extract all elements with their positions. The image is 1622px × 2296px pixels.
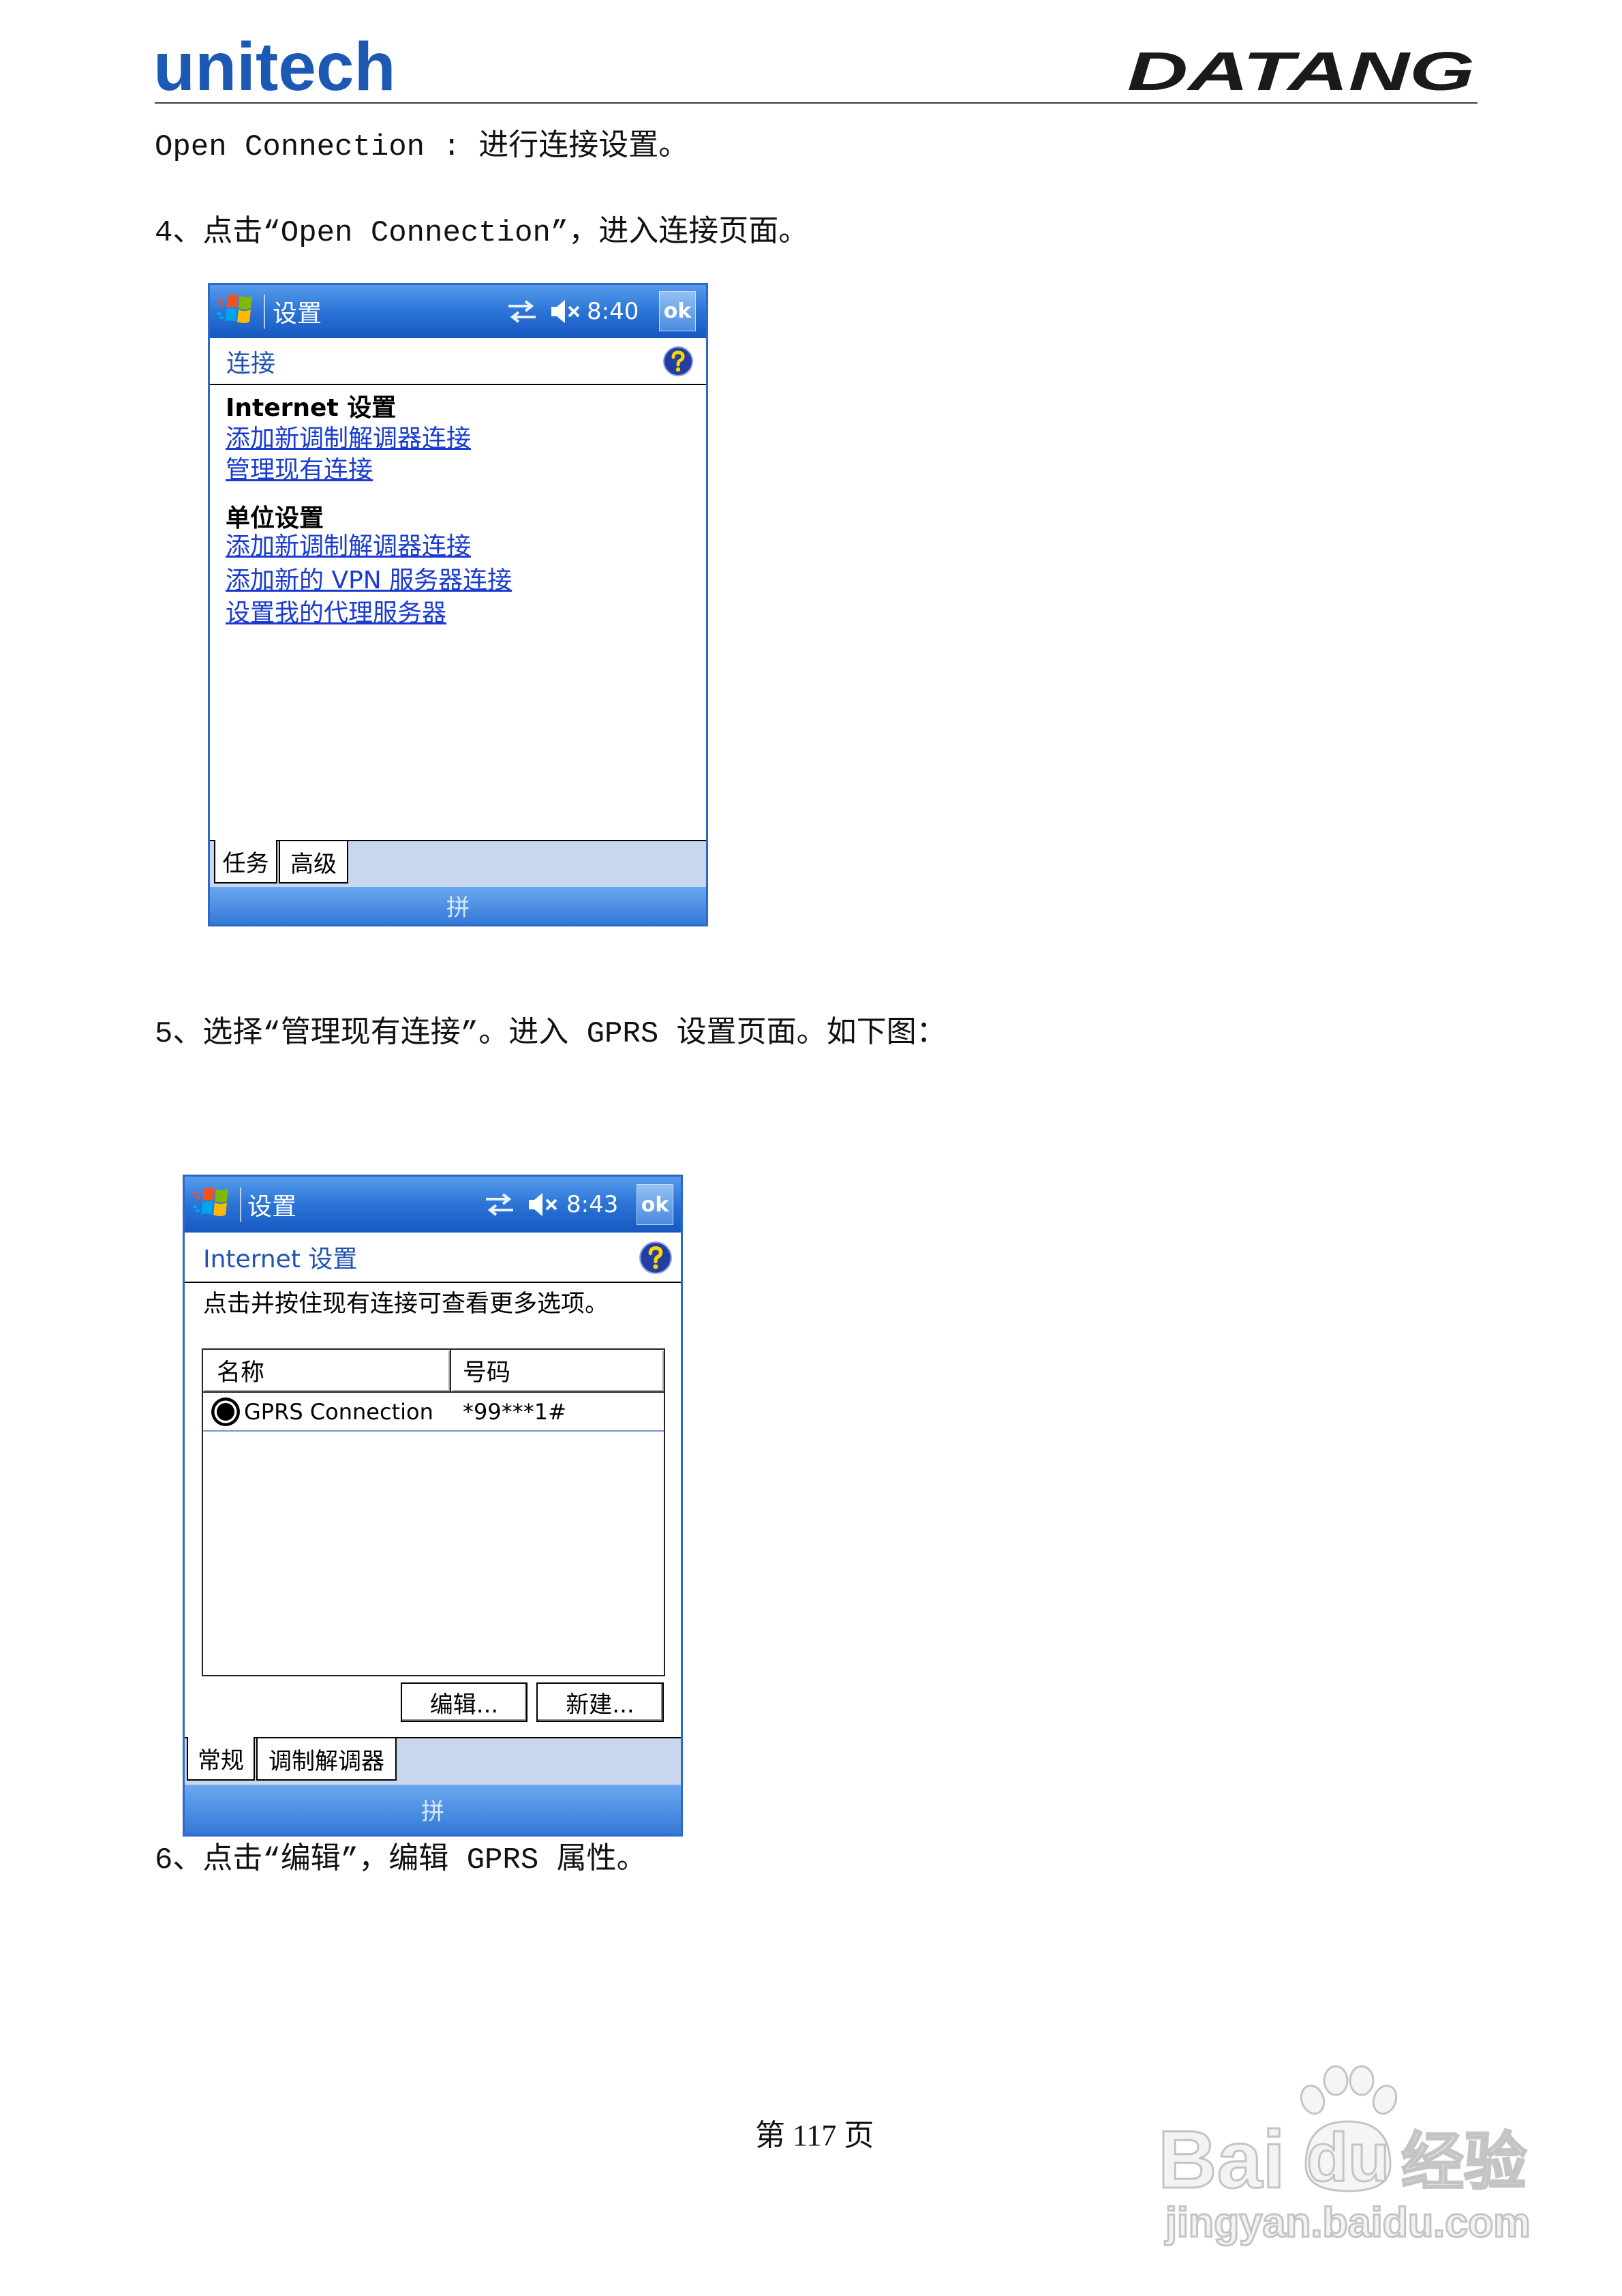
connectivity-icon[interactable]	[483, 1192, 516, 1218]
paragraph-open-connection: Open Connection : 进行连接设置。	[155, 130, 689, 164]
title-bar: 设置 8:43 ok	[185, 1177, 681, 1233]
datang-logo-text: DATANG	[1127, 41, 1475, 102]
connections-screenshot: 设置 8:40 ok 连接 Internet 设置 添加新调制解调器连接 管理现…	[208, 283, 708, 926]
list-header: 名称 号码	[203, 1350, 664, 1393]
unitech-logo: unitech	[153, 29, 396, 105]
edit-button[interactable]: 编辑...	[401, 1682, 527, 1722]
step-6-text: 6、点击“编辑”，编辑 GPRS 属性。	[155, 1843, 647, 1877]
document-page: unitech DATANG Open Connection : 进行连接设置。…	[0, 0, 1622, 2296]
watermark-url: jingyan.baidu.com	[1165, 2199, 1532, 2246]
tab-strip: 任务 高级	[210, 840, 706, 887]
page-header: 连接	[210, 338, 706, 385]
page-title: Internet 设置	[203, 1245, 358, 1273]
watermark-brand: Bai	[1157, 2114, 1287, 2205]
list-item[interactable]: GPRS Connection *99***1#	[203, 1393, 664, 1432]
column-header-name[interactable]: 名称	[203, 1350, 451, 1391]
section-title-internet: Internet 设置	[226, 394, 397, 422]
ok-button[interactable]: ok	[637, 1184, 673, 1225]
input-panel-button[interactable]: 拼	[210, 887, 706, 924]
link-add-modem-connection[interactable]: 添加新调制解调器连接	[226, 423, 471, 455]
title-divider	[264, 294, 265, 329]
tab-advanced[interactable]: 高级	[279, 841, 348, 883]
link-add-vpn-connection[interactable]: 添加新的 VPN 服务器连接	[226, 564, 512, 597]
link-add-work-modem-connection[interactable]: 添加新调制解调器连接	[226, 530, 471, 563]
ok-button[interactable]: ok	[659, 291, 696, 331]
title-bar: 设置 8:40 ok	[210, 285, 706, 338]
new-button[interactable]: 新建...	[536, 1682, 664, 1722]
watermark-brand-cn: 经验	[1400, 2128, 1527, 2197]
column-header-number[interactable]: 号码	[451, 1350, 664, 1391]
windows-flag-icon[interactable]	[192, 1183, 235, 1224]
tab-general[interactable]: 常规	[187, 1737, 255, 1781]
page-title: 连接	[226, 349, 276, 378]
connections-list: 名称 号码 GPRS Connection *99***1#	[202, 1348, 665, 1676]
watermark-brand-paw-text: du	[1305, 2119, 1390, 2196]
clock[interactable]: 8:43	[566, 1177, 618, 1233]
datang-logo: DATANG	[1127, 41, 1475, 102]
tab-tasks[interactable]: 任务	[214, 840, 277, 883]
connection-number: *99***1#	[463, 1398, 566, 1425]
input-panel-button[interactable]: 拼	[185, 1785, 681, 1834]
internet-settings-screenshot: 设置 8:43 ok Internet 设置 点击并按住现有连接可查看更多选项。	[183, 1175, 683, 1837]
link-set-proxy-server[interactable]: 设置我的代理服务器	[226, 597, 446, 630]
volume-muted-icon[interactable]	[526, 1190, 560, 1219]
title-divider	[240, 1188, 241, 1222]
tab-strip: 常规 调制解调器	[185, 1737, 681, 1785]
window-title: 设置	[247, 1193, 297, 1221]
clock[interactable]: 8:40	[587, 285, 639, 338]
tab-modem[interactable]: 调制解调器	[256, 1738, 397, 1781]
connection-name: GPRS Connection	[244, 1398, 433, 1425]
help-icon[interactable]	[662, 346, 694, 377]
windows-flag-icon[interactable]	[215, 290, 259, 331]
help-icon[interactable]	[639, 1241, 673, 1275]
volume-muted-icon[interactable]	[549, 297, 583, 326]
link-manage-existing-connections[interactable]: 管理现有连接	[226, 454, 373, 487]
connection-radio-icon	[211, 1398, 240, 1426]
window-title: 设置	[273, 300, 322, 328]
page-number: 第 117 页	[755, 2119, 874, 2152]
connectivity-icon[interactable]	[506, 299, 538, 324]
step-4-text: 4、点击“Open Connection”，进入连接页面。	[155, 216, 809, 250]
page-header: Internet 设置	[185, 1233, 681, 1283]
step-5-text: 5、选择“管理现有连接”。进入 GPRS 设置页面。如下图：	[155, 1017, 947, 1051]
header-divider	[155, 102, 1478, 104]
instruction-text: 点击并按住现有连接可查看更多选项。	[203, 1290, 609, 1318]
